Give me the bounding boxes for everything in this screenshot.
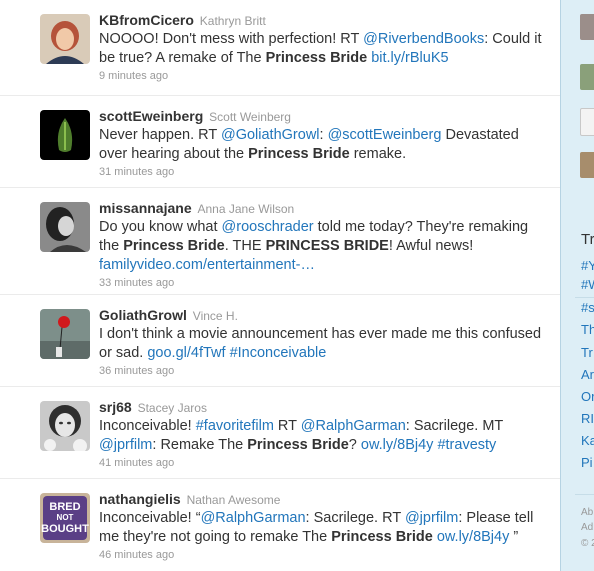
copyright-text: © 2 xyxy=(581,538,594,549)
tweet[interactable]: KBfromCicero Kathryn Britt NOOOO! Don't … xyxy=(0,0,560,96)
tweet-link[interactable]: familyvideo.com/entertainment-… xyxy=(99,257,315,273)
screen-name[interactable]: GoliathGrowl xyxy=(99,307,187,323)
timestamp[interactable]: 33 minutes ago xyxy=(99,277,550,289)
avatar[interactable] xyxy=(40,202,90,252)
tweet-text-segment: Inconceivable! “ xyxy=(99,510,201,526)
follower-thumbnail[interactable] xyxy=(580,14,594,40)
tweet-link[interactable]: #favoritefilm xyxy=(196,418,274,434)
tweet-text-segment: : Sacrilege. MT xyxy=(405,418,504,434)
avatar[interactable] xyxy=(40,309,90,359)
tweet-text-segment: : Sacrilege. RT xyxy=(305,510,405,526)
screen-name[interactable]: nathangielis xyxy=(99,491,181,507)
tweet[interactable]: missannajane Anna Jane Wilson Do you kno… xyxy=(0,188,560,295)
tweet-text: Inconceivable! “@RalphGarman: Sacrilege.… xyxy=(99,509,550,547)
right-sidebar: Tr #Y #W #s Th Tr Ar Or RI Ka Pi Ab Ad ©… xyxy=(560,0,594,571)
tweet-text-segment: : Remake The xyxy=(152,437,248,453)
tweet-link[interactable]: @RiverbendBooks xyxy=(363,31,484,47)
tweet-text-segment: Do you know what xyxy=(99,219,222,235)
trend-link[interactable]: Ka xyxy=(581,433,594,448)
highlighted-term: Princess Bride xyxy=(248,146,350,162)
tweet-link[interactable]: @rooschrader xyxy=(222,219,314,235)
trend-link[interactable]: #s xyxy=(581,300,594,315)
tweet-link[interactable]: goo.gl/4fTwf xyxy=(147,345,225,361)
avatar[interactable] xyxy=(40,110,90,160)
trend-link[interactable]: Ar xyxy=(581,367,594,382)
tweet-text-segment: RT xyxy=(273,418,301,434)
tweet-text: NOOOO! Don't mess with perfection! RT @R… xyxy=(99,30,550,68)
timestamp[interactable]: 9 minutes ago xyxy=(99,70,550,82)
avatar-text-line2: NOT xyxy=(57,513,74,522)
screen-name[interactable]: srj68 xyxy=(99,399,132,415)
real-name: Kathryn Britt xyxy=(199,14,266,28)
real-name: Anna Jane Wilson xyxy=(197,202,295,216)
tweet-timeline: KBfromCicero Kathryn Britt NOOOO! Don't … xyxy=(0,0,560,571)
real-name: Scott Weinberg xyxy=(209,110,291,124)
follower-thumbnail[interactable] xyxy=(580,64,594,90)
tweet-text-segment: ? xyxy=(348,437,361,453)
tweet-link[interactable]: @RalphGarman xyxy=(201,510,306,526)
tweet-text-segment: ” xyxy=(509,529,519,545)
tweet-link[interactable]: ow.ly/8Bj4y xyxy=(361,437,434,453)
real-name: Vince H. xyxy=(192,309,238,323)
tweet-text-segment: remake. xyxy=(349,146,407,162)
screen-name[interactable]: missannajane xyxy=(99,200,192,216)
highlighted-term: Princess Bride xyxy=(247,437,349,453)
tweet[interactable]: srj68 Stacey Jaros Inconceivable! #favor… xyxy=(0,387,560,479)
timestamp[interactable]: 41 minutes ago xyxy=(99,457,550,469)
screen-name[interactable]: KBfromCicero xyxy=(99,12,194,28)
highlighted-term: Princess Bride xyxy=(331,529,433,545)
avatar-text-line1: BRED xyxy=(49,501,80,513)
real-name: Stacey Jaros xyxy=(137,401,207,415)
tweet-link[interactable]: @RalphGarman xyxy=(301,418,406,434)
tweet-link[interactable]: @jprfilm xyxy=(99,437,152,453)
trend-link[interactable]: #Y xyxy=(581,258,594,273)
trend-link[interactable]: Pi xyxy=(581,455,593,470)
footer-link[interactable]: Ad xyxy=(581,522,593,533)
highlighted-term: PRINCESS BRIDE xyxy=(265,238,389,254)
screen-name[interactable]: scottEweinberg xyxy=(99,108,203,124)
highlighted-term: Princess Bride xyxy=(123,238,225,254)
avatar[interactable] xyxy=(40,14,90,64)
tweet-link[interactable]: @scottEweinberg xyxy=(328,127,442,143)
trend-link[interactable]: Or xyxy=(581,389,594,404)
trend-link[interactable]: Tr xyxy=(581,345,593,360)
tweet[interactable]: scottEweinberg Scott Weinberg Never happ… xyxy=(0,96,560,188)
trend-link[interactable]: Th xyxy=(581,322,594,337)
tweet-link[interactable]: #travesty xyxy=(437,437,496,453)
tweet-text-segment: ! Awful news! xyxy=(388,238,474,254)
tweet-text-segment: Never happen. RT xyxy=(99,127,221,143)
trend-link[interactable]: RI xyxy=(581,411,594,426)
highlighted-term: Princess Bride xyxy=(265,50,368,66)
real-name: Nathan Awesome xyxy=(186,493,281,507)
tweet[interactable]: GoliathGrowl Vince H. I don't think a mo… xyxy=(0,295,560,387)
avatar[interactable] xyxy=(40,401,90,451)
tweet-link[interactable]: @jprfilm xyxy=(405,510,458,526)
follower-thumbnail[interactable] xyxy=(580,108,594,136)
avatar-text-line3: BOUGHT xyxy=(41,523,89,535)
tweet-text-segment: NOOOO! Don't mess with perfection! RT xyxy=(99,31,364,47)
divider xyxy=(575,297,594,298)
timestamp[interactable]: 36 minutes ago xyxy=(99,365,550,377)
tweet-text-segment: . THE xyxy=(224,238,266,254)
tweet-link[interactable]: bit.ly/rBluK5 xyxy=(371,50,448,66)
divider xyxy=(575,494,594,495)
tweet-text-segment: : xyxy=(319,127,328,143)
footer-link[interactable]: Ab xyxy=(581,507,593,518)
tweet-text-segment: Inconceivable! xyxy=(99,418,196,434)
tweet-text: Never happen. RT @GoliathGrowl: @scottEw… xyxy=(99,126,550,164)
timestamp[interactable]: 46 minutes ago xyxy=(99,549,550,561)
tweet[interactable]: BRED NOT BOUGHT nathangielis Nathan Awes… xyxy=(0,479,560,571)
timestamp[interactable]: 31 minutes ago xyxy=(99,166,550,178)
tweet-text: Inconceivable! #favoritefilm RT @RalphGa… xyxy=(99,417,550,455)
tweet-link[interactable]: #Inconceivable xyxy=(230,345,327,361)
tweet-link[interactable]: ow.ly/8Bj4y xyxy=(437,529,510,545)
follower-thumbnail[interactable] xyxy=(580,152,594,178)
tweet-text: I don't think a movie announcement has e… xyxy=(99,325,550,363)
tweet-link[interactable]: @GoliathGrowl xyxy=(221,127,320,143)
tweet-text: Do you know what @rooschrader told me to… xyxy=(99,218,550,275)
avatar[interactable]: BRED NOT BOUGHT xyxy=(40,493,90,543)
trend-link[interactable]: #W xyxy=(581,277,594,292)
trends-heading: Tr xyxy=(581,231,594,248)
